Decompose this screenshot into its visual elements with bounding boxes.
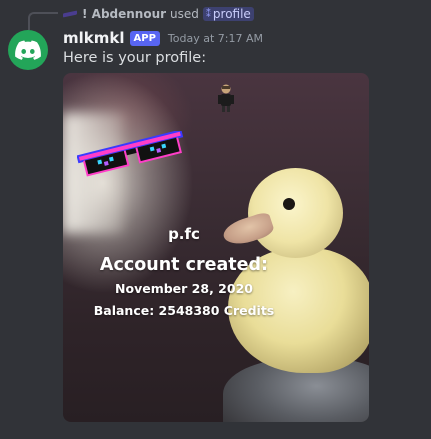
discord-logo-icon <box>15 40 41 60</box>
message-header: mlkmkl APP Today at 7:17 AM <box>63 28 263 48</box>
reply-avatar-icon <box>62 9 78 19</box>
slash-command-icon: ⁑ <box>205 8 211 20</box>
profile-username: p.fc <box>168 225 200 243</box>
reply-reference[interactable]: ! Abdennour used ⁑ profile <box>62 5 254 23</box>
message-text: Here is your profile: <box>63 50 207 66</box>
command-mention[interactable]: ⁑ profile <box>202 7 254 21</box>
reply-connector <box>28 12 58 30</box>
pixel-sunglasses-icon <box>77 131 184 177</box>
reply-username[interactable]: ! Abdennour <box>82 7 166 21</box>
message-timestamp[interactable]: Today at 7:17 AM <box>168 32 263 45</box>
app-badge: APP <box>129 30 160 46</box>
command-name: profile <box>212 7 251 21</box>
figure-icon <box>218 84 234 112</box>
account-created-label: Account created: <box>99 255 269 275</box>
profile-card-image[interactable]: p.fc Account created: November 28, 2020 … <box>63 73 369 422</box>
account-created-date: November 28, 2020 <box>115 281 253 296</box>
credits-balance: Balance: 2548380 Credits <box>93 303 275 318</box>
reply-used-text: used <box>170 7 199 21</box>
author-name[interactable]: mlkmkl <box>63 29 125 47</box>
duck-eye <box>283 198 295 210</box>
avatar[interactable] <box>8 30 48 70</box>
